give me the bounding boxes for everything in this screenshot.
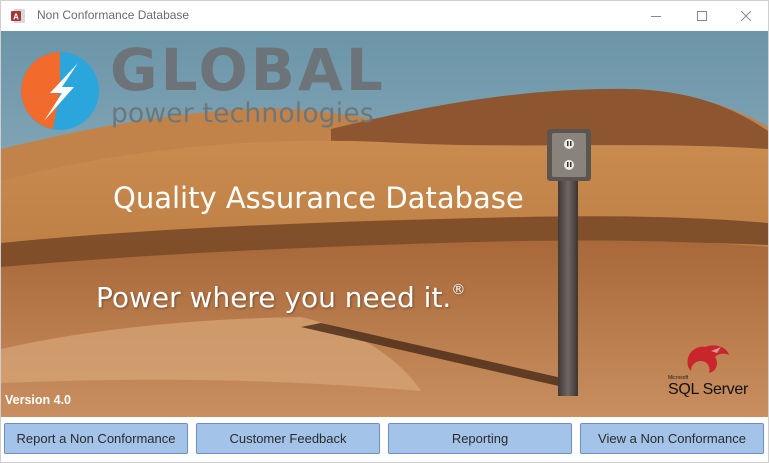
maximize-button[interactable] bbox=[679, 1, 725, 31]
tagline-text: Power where you need it. bbox=[96, 281, 452, 314]
close-icon bbox=[741, 11, 751, 21]
lightning-bolt-icon bbox=[20, 51, 100, 136]
reporting-button[interactable]: Reporting bbox=[388, 423, 572, 454]
svg-text:A: A bbox=[13, 13, 19, 22]
sql-server-label: SQL Server bbox=[668, 381, 748, 398]
version-label: Version 4.0 bbox=[5, 393, 72, 407]
report-non-conformance-button[interactable]: Report a Non Conformance bbox=[4, 423, 188, 454]
customer-feedback-button[interactable]: Customer Feedback bbox=[196, 423, 380, 454]
access-icon[interactable]: A bbox=[10, 8, 26, 24]
splash-banner: GLOBAL power technologies Quality Assura… bbox=[1, 31, 768, 417]
maximize-icon bbox=[697, 11, 707, 21]
minimize-icon bbox=[651, 11, 661, 21]
splash-tagline: Power where you need it.® bbox=[96, 283, 465, 312]
minimize-button[interactable] bbox=[633, 1, 679, 31]
close-button[interactable] bbox=[723, 1, 769, 31]
app-window: A Non Conformance Database GLOBAL power … bbox=[0, 0, 769, 463]
registered-mark: ® bbox=[451, 282, 466, 298]
title-bar[interactable]: A Non Conformance Database bbox=[1, 1, 768, 31]
logo-tagline: power technologies bbox=[111, 98, 374, 129]
logo-wordmark: GLOBAL bbox=[110, 36, 386, 104]
splash-title: Quality Assurance Database bbox=[113, 181, 524, 215]
view-non-conformance-button[interactable]: View a Non Conformance bbox=[580, 423, 764, 454]
window-title: Non Conformance Database bbox=[37, 8, 190, 22]
